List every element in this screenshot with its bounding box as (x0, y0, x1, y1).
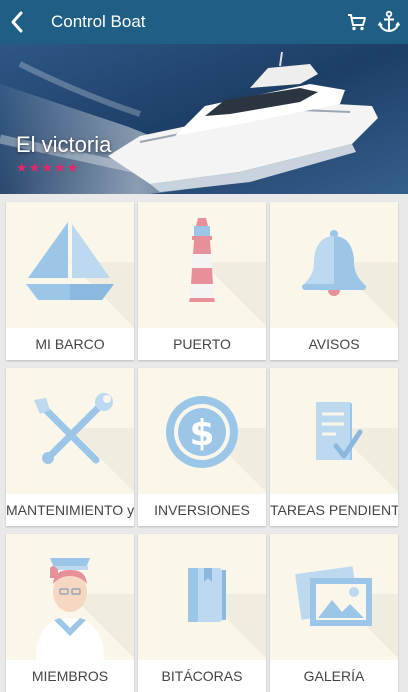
back-button[interactable] (0, 0, 34, 44)
cart-icon (348, 14, 366, 31)
tile-puerto[interactable]: PUERTO (138, 202, 266, 360)
tile-label: MI BARCO (35, 336, 105, 352)
checklist-icon (316, 402, 398, 492)
tile-galeria[interactable]: GALERÍA (270, 534, 398, 692)
tile-inversiones[interactable]: $ INVERSIONES (138, 368, 266, 526)
tile-label: AVISOS (308, 336, 360, 352)
tile-label: MIEMBROS (31, 668, 109, 684)
sailboat-icon (26, 222, 134, 328)
boat-hero-image: El victoria ★★★★★ (0, 44, 408, 194)
tile-miembros[interactable]: MIEMBROS (6, 534, 134, 692)
gallery-icon (295, 566, 398, 658)
logbook-icon (188, 568, 266, 658)
chevron-left-icon (11, 11, 23, 33)
tile-tareas[interactable]: TAREAS PENDIENTE (270, 368, 398, 526)
dollar-coin-icon: $ (166, 396, 266, 492)
boat-name: El victoria (16, 132, 112, 157)
cart-button[interactable] (344, 0, 370, 44)
tile-label: GALERÍA (303, 668, 365, 684)
tile-label: MANTENIMIENTO y (6, 502, 134, 518)
svg-text:$: $ (189, 413, 214, 454)
tile-mantenimiento[interactable]: MANTENIMIENTO y (6, 368, 134, 526)
tile-label: TAREAS PENDIENTE (270, 502, 398, 518)
bell-icon (302, 230, 398, 326)
tile-bitacoras[interactable]: BITÁCORAS (138, 534, 266, 692)
tile-avisos[interactable]: AVISOS (270, 202, 398, 360)
tile-mi-barco[interactable]: MI BARCO (6, 202, 134, 360)
tile-label: BITÁCORAS (161, 668, 243, 684)
tile-label: PUERTO (173, 336, 231, 352)
anchor-button[interactable] (376, 0, 402, 44)
sailor-icon (36, 558, 134, 660)
tile-label: INVERSIONES (154, 502, 250, 518)
app-bar: Control Boat (0, 0, 408, 44)
tools-icon (34, 393, 134, 492)
lighthouse-icon (189, 218, 266, 326)
app-title: Control Boat (51, 12, 146, 31)
rating-stars: ★★★★★ (16, 160, 80, 175)
anchor-icon (377, 10, 401, 33)
